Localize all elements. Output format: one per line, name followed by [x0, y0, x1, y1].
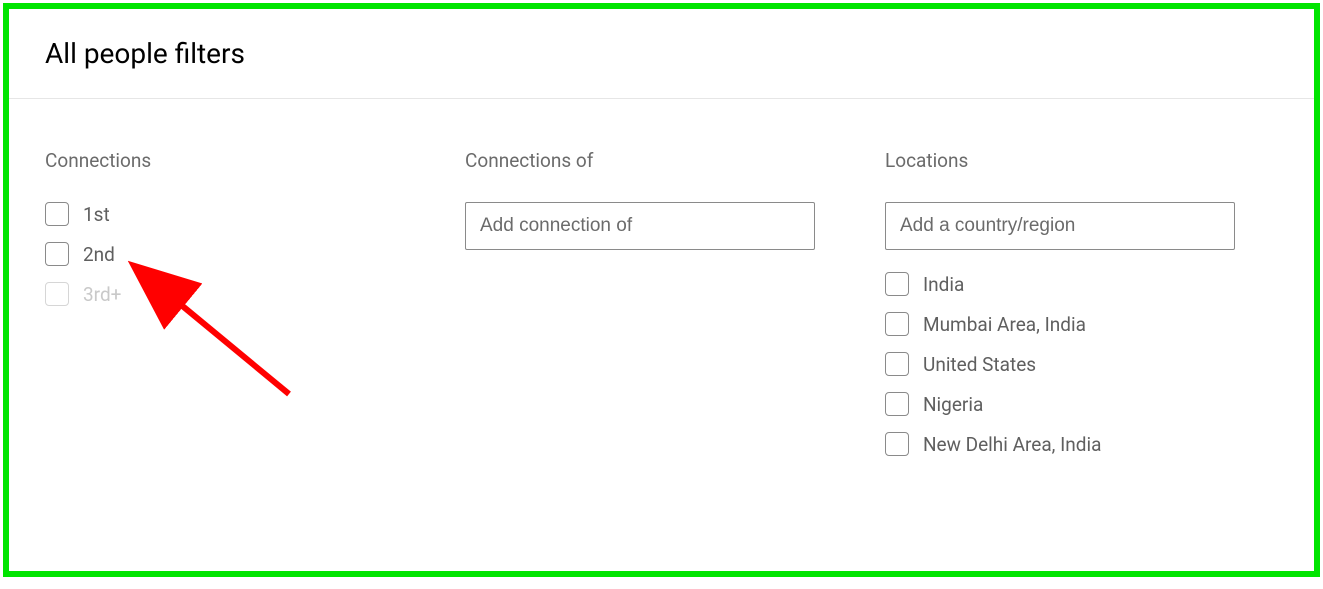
locations-label: Locations: [885, 149, 1285, 172]
checkbox-label-3rd: 3rd+: [83, 283, 121, 306]
checkbox-mumbai[interactable]: [885, 312, 909, 336]
checkbox-label-us: United States: [923, 353, 1036, 376]
location-option-us[interactable]: United States: [885, 352, 1285, 376]
checkbox-1st[interactable]: [45, 202, 69, 226]
connection-option-3rd: 3rd+: [45, 282, 465, 306]
checkbox-us[interactable]: [885, 352, 909, 376]
checkbox-newdelhi[interactable]: [885, 432, 909, 456]
location-option-newdelhi[interactable]: New Delhi Area, India: [885, 432, 1285, 456]
connections-section: Connections 1st 2nd 3rd+: [45, 149, 465, 472]
checkbox-india[interactable]: [885, 272, 909, 296]
connection-option-2nd[interactable]: 2nd: [45, 242, 465, 266]
connection-option-1st[interactable]: 1st: [45, 202, 465, 226]
header: All people filters: [9, 9, 1314, 99]
location-option-mumbai[interactable]: Mumbai Area, India: [885, 312, 1285, 336]
locations-section: Locations India Mumbai Area, India Unite…: [885, 149, 1285, 472]
filter-columns: Connections 1st 2nd 3rd+ Connections of …: [9, 99, 1314, 472]
location-option-india[interactable]: India: [885, 272, 1285, 296]
checkbox-label-2nd: 2nd: [83, 243, 115, 266]
location-option-nigeria[interactable]: Nigeria: [885, 392, 1285, 416]
checkbox-label-mumbai: Mumbai Area, India: [923, 313, 1086, 336]
checkbox-3rd: [45, 282, 69, 306]
filters-panel: All people filters Connections 1st 2nd 3…: [3, 3, 1320, 577]
checkbox-label-1st: 1st: [83, 203, 110, 226]
locations-input[interactable]: [885, 202, 1235, 250]
checkbox-nigeria[interactable]: [885, 392, 909, 416]
page-title: All people filters: [45, 37, 1314, 70]
checkbox-2nd[interactable]: [45, 242, 69, 266]
connections-of-label: Connections of: [465, 149, 885, 172]
connections-of-input[interactable]: [465, 202, 815, 250]
checkbox-label-india: India: [923, 273, 964, 296]
checkbox-label-newdelhi: New Delhi Area, India: [923, 433, 1101, 456]
connections-of-section: Connections of: [465, 149, 885, 472]
connections-label: Connections: [45, 149, 465, 172]
checkbox-label-nigeria: Nigeria: [923, 393, 983, 416]
